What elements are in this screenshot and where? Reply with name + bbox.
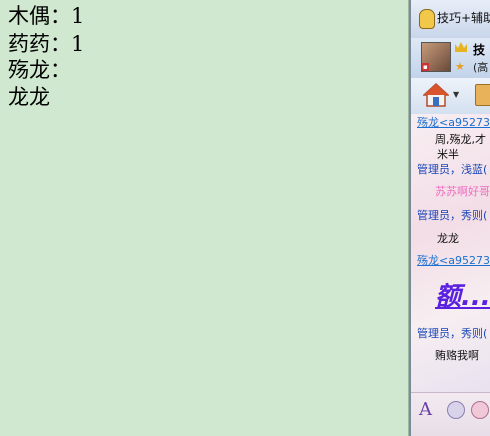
message-body: 龙龙 (437, 232, 459, 245)
message-body: 贿赂我啊 (435, 349, 479, 362)
message-body: 额... (435, 282, 490, 312)
window-titlebar[interactable]: 技巧+辅助 (411, 0, 490, 39)
qq-penguin-icon (419, 9, 435, 29)
emoji-icon[interactable] (447, 401, 465, 419)
message-sender[interactable]: 殇龙<a952734 (417, 114, 490, 130)
home-icon[interactable] (423, 82, 449, 108)
chevron-down-icon[interactable]: ▼ (453, 90, 459, 99)
message-sender[interactable]: 殇龙<a952734 (417, 252, 490, 268)
message-body: 米半 (437, 148, 459, 161)
message-sender[interactable]: 管理员，秀则( (417, 207, 487, 223)
input-toolbar: A (411, 392, 490, 436)
text-editor-pane[interactable]: 木偶：1 药药：1 殇龙： 龙龙 (0, 0, 409, 436)
message-body: 周,殇龙,才 (435, 133, 486, 146)
group-subtitle: (高 (473, 61, 489, 74)
star-icon: ★ (455, 60, 465, 73)
group-header: ▪ 技 ★ (高 (411, 38, 490, 78)
folder-icon[interactable] (475, 84, 490, 106)
text-line: 殇龙： (8, 58, 71, 82)
qq-group-chat-window[interactable]: 技巧+辅助 ▪ 技 ★ (高 ▼ 殇龙<a952734 周,殇龙,才 米半 管理… (409, 0, 490, 436)
message-list[interactable]: 殇龙<a952734 周,殇龙,才 米半 管理员，浅蓝( 苏苏啊好哥 管理员，秀… (411, 114, 490, 392)
message-sender[interactable]: 管理员，浅蓝( (417, 161, 487, 177)
crown-icon (455, 42, 467, 52)
text-line: 龙龙 (8, 85, 50, 109)
font-icon[interactable]: A (419, 399, 432, 420)
chat-toolbar: ▼ (411, 78, 490, 115)
avatar[interactable]: ▪ (421, 42, 451, 72)
text-line: 药药：1 (8, 32, 85, 56)
text-line: 木偶：1 (8, 4, 85, 28)
window-title: 技巧+辅助 (437, 11, 490, 25)
message-sender[interactable]: 管理员，秀则( (417, 325, 487, 341)
magic-emoji-icon[interactable] (471, 401, 489, 419)
message-body: 苏苏啊好哥 (435, 185, 490, 198)
level-badge-icon: ▪ (422, 63, 429, 71)
group-name: 技 (473, 43, 486, 57)
